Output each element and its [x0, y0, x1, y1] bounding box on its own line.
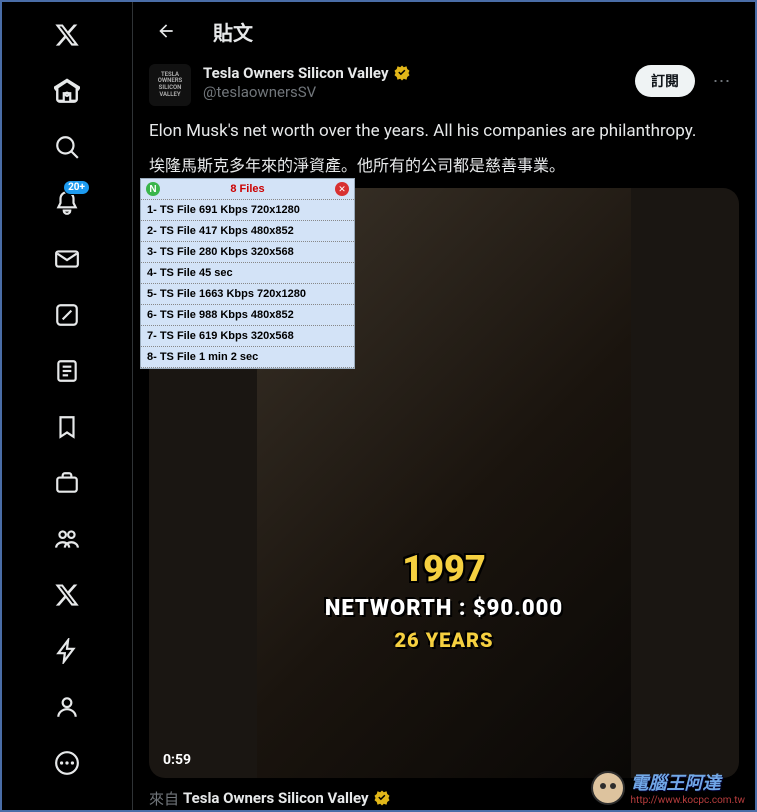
post: TESLA OWNERS SILICON VALLEY Tesla Owners… — [133, 60, 755, 809]
downloader-logo-icon: N — [146, 182, 160, 196]
nav-home[interactable] — [42, 66, 92, 116]
logo-x[interactable] — [42, 10, 92, 60]
downloader-item[interactable]: 6- TS File 988 Kbps 480x852 — [141, 305, 354, 326]
page-title: 貼文 — [213, 17, 253, 46]
main-content: 貼文 TESLA OWNERS SILICON VALLEY Tesla Own… — [132, 2, 755, 810]
downloader-item[interactable]: 8- TS File 1 min 2 sec — [141, 347, 354, 368]
nav-bookmarks[interactable] — [42, 402, 92, 452]
watermark-url: http://www.kocpc.com.tw — [631, 795, 745, 806]
nav-jobs[interactable] — [42, 458, 92, 508]
video-age: 26 YEARS — [257, 628, 631, 652]
nav-lists[interactable] — [42, 346, 92, 396]
downloader-item[interactable]: 7- TS File 619 Kbps 320x568 — [141, 326, 354, 347]
downloader-popup: N 8 Files ✕ 1- TS File 691 Kbps 720x1280… — [140, 178, 355, 369]
video-networth: NETWORTH : $90.000 — [257, 596, 631, 621]
downloader-item[interactable]: 3- TS File 280 Kbps 320x568 — [141, 242, 354, 263]
nav-communities[interactable] — [42, 514, 92, 564]
watermark-title: 電腦王阿達 — [631, 769, 745, 795]
from-label: 來自 — [149, 788, 179, 809]
downloader-item[interactable]: 2- TS File 417 Kbps 480x852 — [141, 221, 354, 242]
author-avatar[interactable]: TESLA OWNERS SILICON VALLEY — [149, 64, 191, 106]
verified-badge-icon — [373, 789, 391, 807]
follow-button[interactable]: 訂閱 — [635, 65, 695, 97]
watermark: 電腦王阿達 http://www.kocpc.com.tw — [591, 769, 745, 806]
nav-search[interactable] — [42, 122, 92, 172]
post-text-cn: 埃隆馬斯克多年來的淨資產。他所有的公司都是慈善事業。 — [149, 152, 739, 176]
post-text-en: Elon Musk's net worth over the years. Al… — [149, 120, 739, 144]
verified-badge-icon — [393, 64, 411, 82]
downloader-item[interactable]: 4- TS File 45 sec — [141, 263, 354, 284]
downloader-close-button[interactable]: ✕ — [335, 182, 349, 196]
author-name[interactable]: Tesla Owners Silicon Valley — [203, 64, 389, 82]
from-author[interactable]: Tesla Owners Silicon Valley — [183, 789, 369, 807]
video-timestamp: 0:59 — [163, 752, 191, 768]
more-button[interactable]: ⋯ — [705, 64, 739, 98]
nav-messages[interactable] — [42, 234, 92, 284]
nav-notifications[interactable]: 20+ — [42, 178, 92, 228]
downloader-title: 8 Files — [160, 183, 335, 195]
nav-profile[interactable] — [42, 682, 92, 732]
nav-grok[interactable] — [42, 290, 92, 340]
downloader-item[interactable]: 5- TS File 1663 Kbps 720x1280 — [141, 284, 354, 305]
sidebar: 20+ — [2, 2, 132, 810]
nav-verified[interactable] — [42, 626, 92, 676]
watermark-face-icon — [591, 771, 625, 805]
nav-more[interactable] — [42, 738, 92, 788]
video-year: 1997 — [257, 548, 631, 590]
back-button[interactable] — [149, 14, 183, 48]
downloader-item[interactable]: 1- TS File 691 Kbps 720x1280 — [141, 200, 354, 221]
nav-premium[interactable] — [42, 570, 92, 620]
page-header: 貼文 — [133, 2, 755, 60]
author-handle[interactable]: @teslaownersSV — [203, 83, 623, 101]
notif-badge: 20+ — [63, 180, 90, 195]
